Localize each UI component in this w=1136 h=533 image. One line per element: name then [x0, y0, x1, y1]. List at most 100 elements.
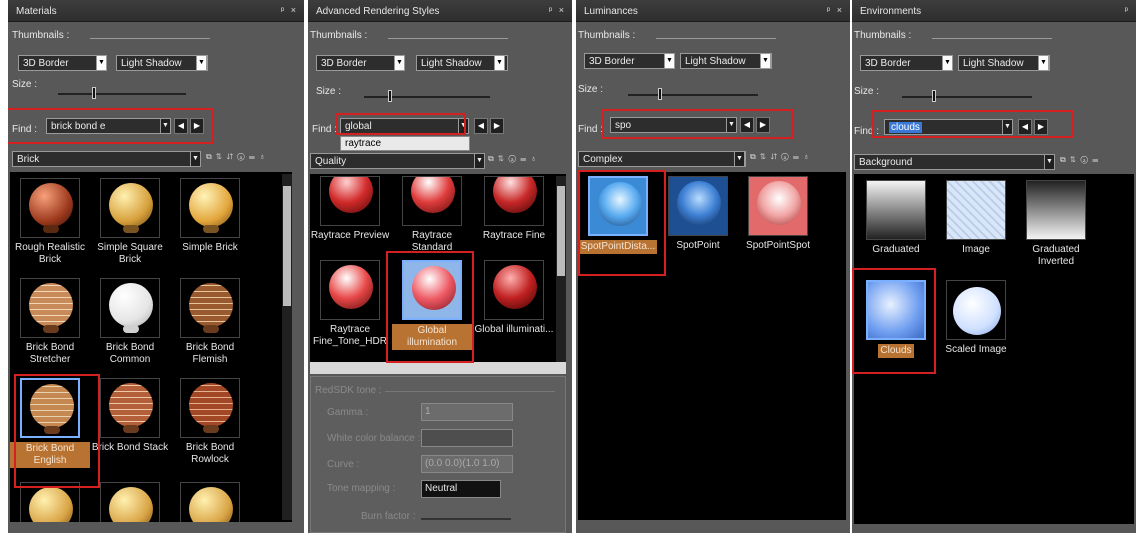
prev-arrow-icon[interactable]: ◀ — [474, 118, 488, 134]
gamma-label: Gamma : — [327, 407, 369, 418]
thumbnail-item[interactable]: Raytrace Fine — [474, 176, 554, 242]
pin-close-icon[interactable]: ᵖ × — [281, 5, 298, 15]
shadow-select[interactable]: Light Shadow — [958, 55, 1050, 71]
thumbnail-item[interactable]: Graduated Inverted — [1016, 180, 1096, 268]
category-select[interactable]: Brick — [12, 151, 198, 167]
thumbnail-item[interactable]: Scaled Image — [936, 280, 1016, 356]
item-label: Rough Realistic Brick — [14, 242, 86, 265]
chevron-down-icon[interactable]: ▼ — [474, 153, 485, 169]
category-select[interactable]: Complex — [578, 151, 746, 167]
horizontal-scrollbar[interactable] — [310, 362, 566, 374]
shadow-select[interactable]: Light Shadow — [680, 53, 772, 69]
vertical-scrollbar[interactable] — [282, 174, 292, 520]
white-balance-label: White color balance : — [327, 433, 421, 444]
burn-slider[interactable] — [421, 518, 511, 520]
pin-close-icon[interactable]: ᵖ × — [827, 5, 844, 15]
item-label: Image — [962, 244, 990, 255]
vertical-scrollbar[interactable] — [556, 176, 566, 362]
item-label: SpotPointSpot — [746, 240, 810, 251]
divider — [385, 391, 555, 392]
render-ball-icon — [484, 176, 544, 226]
divider — [90, 38, 210, 39]
brick-ball-icon — [100, 278, 160, 338]
toolbar-icons[interactable]: ⧉ ⇅ ⇵ ⓐ ☰ ♁ — [206, 152, 266, 166]
border-select[interactable]: 3D Border — [584, 53, 670, 69]
chevron-down-icon[interactable]: ▼ — [96, 55, 107, 71]
chevron-down-icon[interactable]: ▼ — [1038, 55, 1049, 71]
border-select[interactable]: 3D Border — [316, 55, 402, 71]
environments-panel: Environments ᵖ Thumbnails : 3D Border ▼ L… — [852, 0, 1136, 533]
tone-mapping-select[interactable]: Neutral — [421, 480, 501, 498]
shadow-select[interactable]: Light Shadow — [116, 55, 208, 71]
category-select[interactable]: Quality — [310, 153, 482, 169]
brick-ball-icon — [20, 278, 80, 338]
tone-mapping-label: Tone mapping : — [327, 483, 396, 494]
size-slider[interactable] — [364, 96, 490, 98]
toolbar-icons[interactable]: ⧉ ⇅ ⓐ ☰ — [1060, 155, 1099, 169]
slider-thumb[interactable] — [388, 90, 392, 102]
chevron-down-icon[interactable]: ▼ — [394, 55, 405, 71]
brick-ball-icon — [180, 278, 240, 338]
thumbnail-item[interactable]: Brick Bond Stack — [90, 378, 170, 454]
pin-close-icon[interactable]: ᵖ × — [549, 5, 566, 15]
divider — [656, 38, 776, 39]
white-balance-input[interactable] — [421, 429, 513, 447]
chevron-down-icon[interactable]: ▼ — [760, 53, 771, 69]
panel-title-text: Luminances — [584, 6, 638, 17]
thumbnail-item[interactable]: Simple Brick — [170, 178, 250, 254]
render-ball-icon — [402, 176, 462, 226]
size-slider[interactable] — [902, 96, 1032, 98]
thumbnail-item[interactable]: Raytrace Standard — [392, 176, 472, 254]
curve-input[interactable]: (0.0 0.0)(1.0 1.0) — [421, 455, 513, 473]
chevron-down-icon[interactable]: ▼ — [196, 55, 207, 71]
panel-title-text: Environments — [860, 6, 922, 17]
thumbnail-item[interactable]: Raytrace Preview — [310, 176, 390, 242]
chevron-down-icon[interactable]: ▼ — [664, 53, 675, 69]
border-select[interactable]: 3D Border — [18, 55, 104, 71]
item-label: Raytrace Fine — [482, 230, 546, 241]
gamma-input[interactable]: 1 — [421, 403, 513, 421]
thumbnail-item[interactable]: Rough Realistic Brick — [10, 178, 90, 266]
item-label: Scaled Image — [945, 344, 1007, 355]
thumbnail-item[interactable]: Brick Bond Stretcher — [10, 278, 90, 366]
highlight-selected-item — [14, 374, 100, 488]
toolbar-icons[interactable]: ⧉ ⇅ ⓐ ☰ ♁ — [488, 154, 537, 168]
find-label: Find : — [312, 124, 338, 135]
chevron-down-icon[interactable]: ▼ — [190, 151, 201, 167]
thumbnail-item[interactable] — [90, 482, 170, 522]
thumbnail-item[interactable]: Brick Bond Common — [90, 278, 170, 366]
item-label: Brick Bond Common — [105, 342, 155, 365]
thumbnail-item[interactable]: Brick Bond Flemish — [170, 278, 250, 366]
chevron-down-icon[interactable]: ▼ — [942, 55, 953, 71]
thumbnail-item[interactable]: Image — [936, 180, 1016, 256]
thumbnail-item[interactable]: Global illuminati... — [474, 260, 554, 336]
panel-title: Luminances ᵖ × — [576, 0, 850, 22]
spotlight-icon — [668, 176, 728, 236]
slider-thumb[interactable] — [92, 87, 96, 99]
border-select[interactable]: 3D Border — [860, 55, 946, 71]
size-slider[interactable] — [58, 93, 186, 95]
thumbnails-label: Thumbnails : — [578, 30, 636, 41]
size-slider[interactable] — [628, 94, 758, 96]
autocomplete-option[interactable]: raytrace — [340, 136, 470, 151]
thumbnail-item[interactable]: SpotPointSpot — [738, 176, 818, 252]
thumbnail-item[interactable]: SpotPoint — [658, 176, 738, 252]
thumbnail-item[interactable]: Raytrace Fine_Tone_HDR — [310, 260, 390, 348]
thumbnail-item[interactable]: Graduated — [856, 180, 936, 256]
panel-title: Materials ᵖ × — [8, 0, 304, 22]
category-select[interactable]: Background — [854, 154, 1054, 170]
chevron-down-icon[interactable]: ▼ — [734, 151, 745, 167]
toolbar-icons[interactable]: ⧉ ⇅ ⇵ ⓐ ☰ ♁ — [750, 152, 810, 166]
thumbnail-item[interactable] — [170, 482, 250, 522]
thumbnail-item[interactable] — [10, 482, 90, 522]
chevron-down-icon[interactable]: ▼ — [494, 55, 505, 71]
slider-thumb[interactable] — [932, 90, 936, 102]
chevron-down-icon[interactable]: ▼ — [1044, 154, 1055, 170]
size-label: Size : — [12, 79, 38, 90]
thumbnail-item[interactable]: Brick Bond Rowlock — [170, 378, 250, 466]
thumbnail-item[interactable]: Simple Square Brick — [90, 178, 170, 266]
item-label: Brick Bond Stack — [91, 442, 169, 453]
pin-close-icon[interactable]: ᵖ — [1125, 5, 1130, 15]
slider-thumb[interactable] — [658, 88, 662, 100]
next-arrow-icon[interactable]: ▶ — [490, 118, 504, 134]
